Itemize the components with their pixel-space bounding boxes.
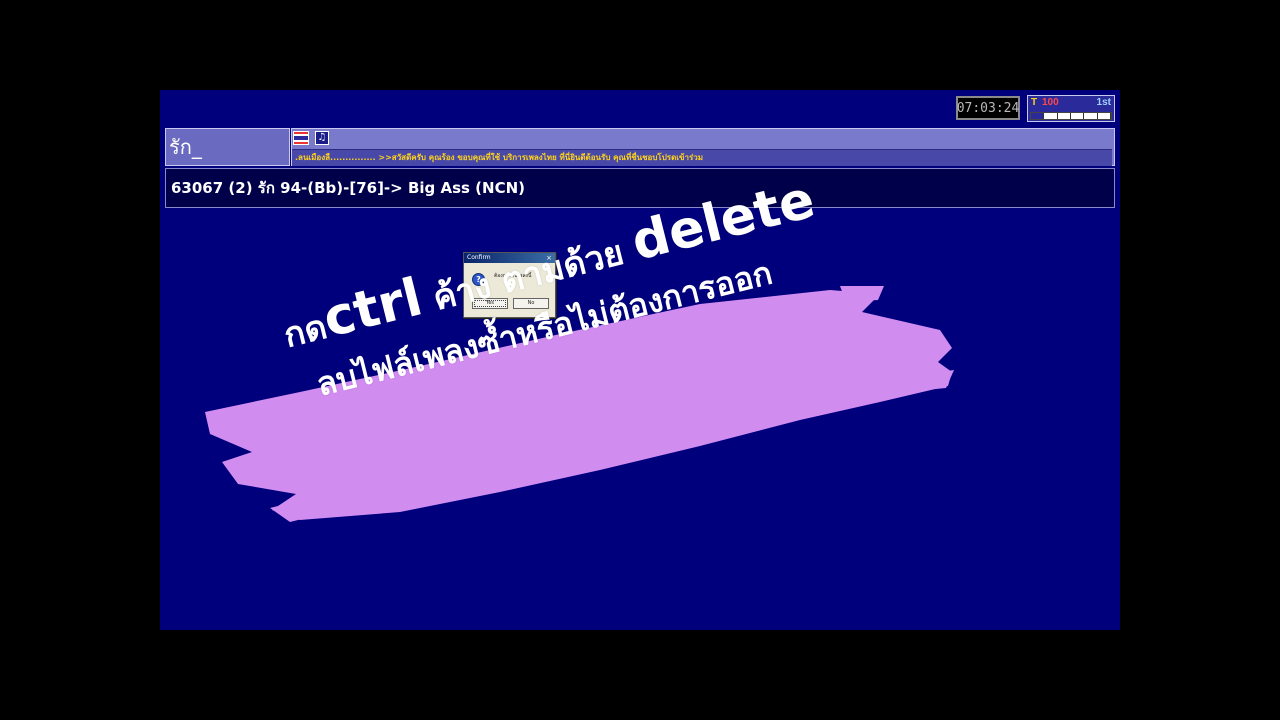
tempo-level-bar[interactable] <box>1030 112 1112 120</box>
song-search-input[interactable]: รัก_ <box>165 128 290 166</box>
scrolling-marquee: .ลนเมืองลื............... >>สวัสดีครับ ค… <box>292 149 1112 166</box>
key-value: 1st <box>1096 97 1111 108</box>
tempo-value: 100 <box>1042 97 1059 108</box>
music-note-icon[interactable]: ♫ <box>315 131 329 145</box>
tempo-widget[interactable]: T 100 1st <box>1027 95 1115 122</box>
info-panel: ♫ .ลนเมืองลื............... >>สวัสดีครับ… <box>291 128 1115 166</box>
clock-display: 07:03:24 <box>956 96 1020 120</box>
thai-flag-icon[interactable] <box>293 131 309 145</box>
tempo-label: T <box>1031 97 1038 108</box>
